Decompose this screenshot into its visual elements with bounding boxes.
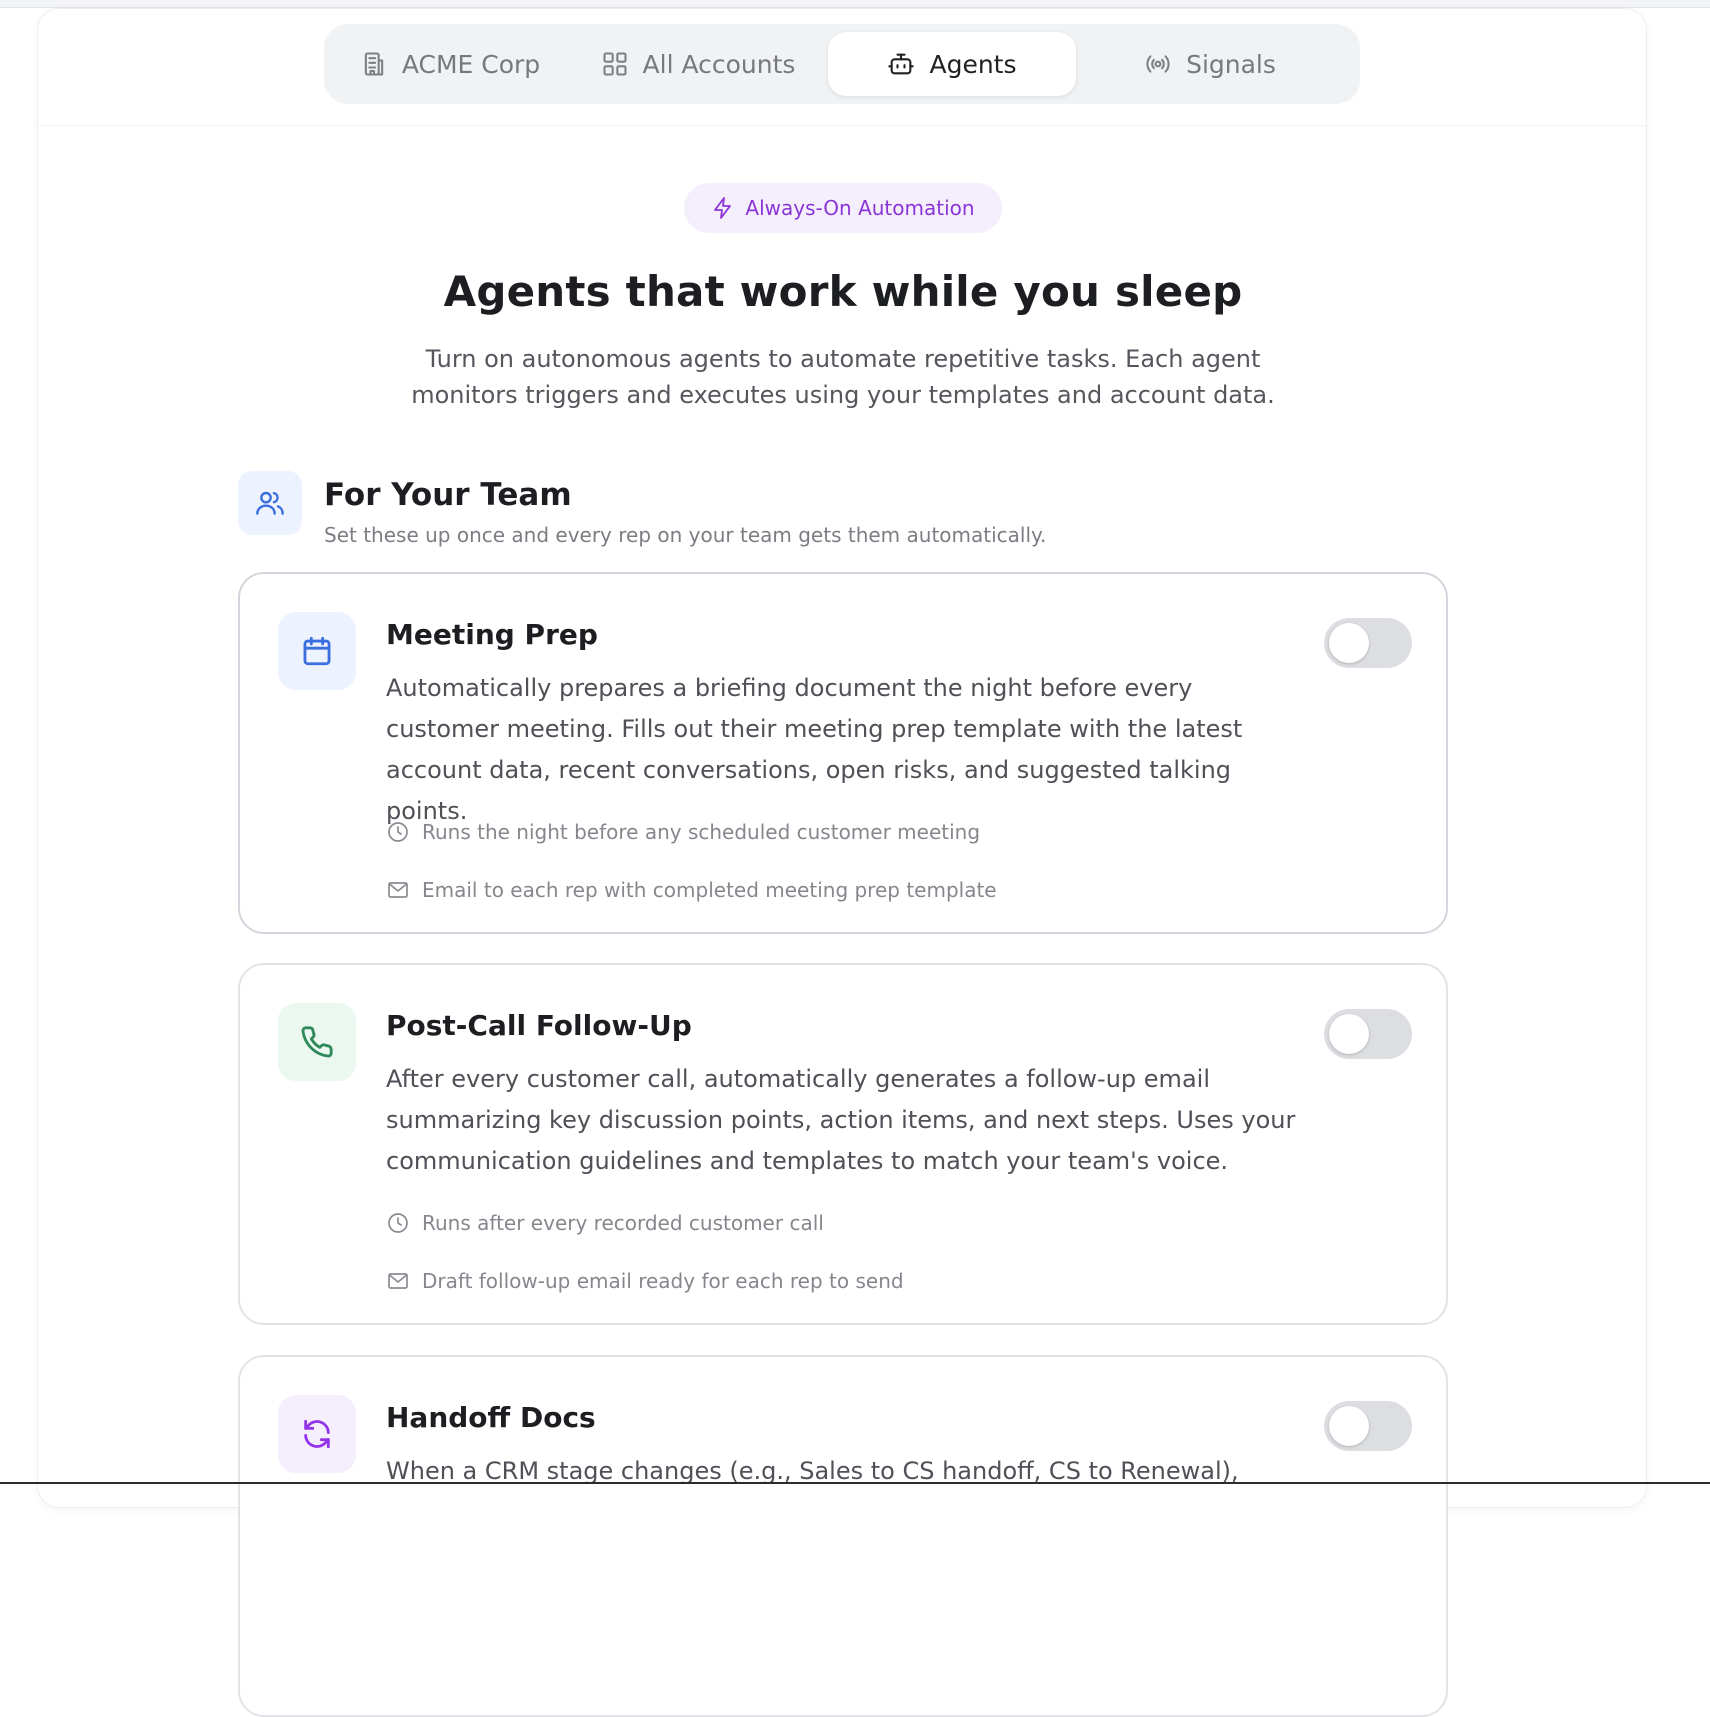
agent-description: Automatically prepares a briefing docume…	[386, 674, 1243, 825]
agent-trigger: Runs after every recorded customer call	[386, 1211, 824, 1235]
agent-trigger: Runs the night before any scheduled cust…	[386, 820, 980, 844]
building-icon	[364, 52, 384, 76]
agent-card-post-call-follow-up: Post-Call Follow-Up After every customer…	[238, 963, 1448, 1325]
clock-icon	[388, 822, 408, 842]
agent-title: Post-Call Follow-Up	[386, 1009, 692, 1042]
top-strip	[0, 0, 1710, 8]
radio-signal-icon	[1146, 55, 1170, 73]
agent-description: After every customer call, automatically…	[386, 1065, 1296, 1175]
agent-card-handoff-docs: Handoff Docs When a CRM stage changes (e…	[238, 1355, 1448, 1717]
lightning-icon	[714, 197, 732, 219]
badge-label: Always-On Automation	[745, 196, 975, 220]
agent-output-text: Email to each rep with completed meeting…	[422, 878, 997, 902]
toggle-knob	[1329, 1406, 1369, 1446]
page-title: Agents that work while you sleep	[443, 267, 1243, 316]
bot-icon	[888, 53, 915, 75]
agent-output-text: Draft follow-up email ready for each rep…	[422, 1269, 904, 1293]
users-icon	[256, 491, 284, 515]
agent-card-meeting-prep: Meeting Prep Automatically prepares a br…	[238, 572, 1448, 934]
calendar-icon	[303, 636, 331, 666]
agent-icon-tile	[278, 1003, 356, 1081]
tab-label: All Accounts	[642, 49, 796, 79]
agents-panel: ACME Corp All Accounts Agents Signals Al…	[37, 8, 1648, 1717]
tab-label: Agents	[929, 49, 1017, 79]
agent-description: When a CRM stage changes (e.g., Sales to…	[386, 1457, 1239, 1485]
toggle-knob	[1329, 623, 1369, 663]
tab-acme-corp[interactable]: ACME Corp	[332, 32, 568, 96]
mail-icon	[388, 1273, 408, 1289]
section-subtitle: Set these up once and every rep on your …	[324, 523, 1047, 547]
tab-label: ACME Corp	[401, 49, 541, 79]
tab-bar: ACME Corp All Accounts Agents Signals	[324, 24, 1360, 104]
toggle-knob	[1329, 1014, 1369, 1054]
agent-trigger-text: Runs after every recorded customer call	[422, 1211, 824, 1235]
agent-icon-tile	[278, 612, 356, 690]
tab-label: Signals	[1186, 49, 1276, 79]
page-subtitle: Turn on autonomous agents to automate re…	[411, 345, 1275, 409]
clock-icon	[388, 1213, 408, 1233]
agent-trigger-text: Runs the night before any scheduled cust…	[422, 820, 981, 844]
section-title: For Your Team	[324, 477, 572, 513]
agent-enable-toggle[interactable]	[1324, 1401, 1412, 1451]
tab-bar-container: ACME Corp All Accounts Agents Signals	[38, 9, 1648, 126]
tab-all-accounts[interactable]: All Accounts	[568, 32, 828, 96]
tab-agents[interactable]: Agents	[828, 32, 1076, 96]
agent-output: Draft follow-up email ready for each rep…	[386, 1269, 904, 1293]
mail-icon	[388, 882, 408, 898]
agent-output: Email to each rep with completed meeting…	[386, 878, 997, 902]
phone-icon	[301, 1026, 333, 1058]
tab-signals[interactable]: Signals	[1076, 32, 1344, 96]
agent-enable-toggle[interactable]	[1324, 1009, 1412, 1059]
grid-icon	[602, 52, 627, 76]
agent-title: Handoff Docs	[386, 1401, 596, 1434]
agent-icon-tile	[278, 1395, 356, 1473]
agent-title: Meeting Prep	[386, 618, 598, 651]
refresh-icon	[304, 1419, 330, 1449]
team-section-icon-tile	[238, 471, 302, 535]
always-on-badge: Always-On Automation	[684, 183, 1002, 233]
agent-enable-toggle[interactable]	[1324, 618, 1412, 668]
